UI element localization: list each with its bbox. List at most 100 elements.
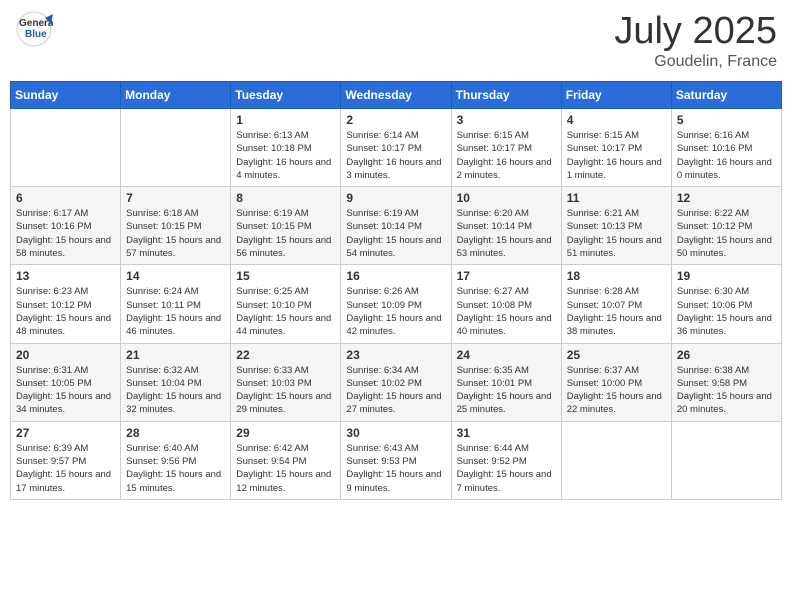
day-number: 25 xyxy=(567,348,666,362)
day-number: 24 xyxy=(457,348,556,362)
day-info: Sunrise: 6:33 AM Sunset: 10:03 PM Daylig… xyxy=(236,364,335,417)
header-thursday: Thursday xyxy=(451,82,561,109)
month-title: July 2025 xyxy=(614,10,777,53)
day-info: Sunrise: 6:24 AM Sunset: 10:11 PM Daylig… xyxy=(126,285,225,338)
week-row-4: 27Sunrise: 6:39 AM Sunset: 9:57 PM Dayli… xyxy=(11,421,782,499)
table-row: 11 Sunrise: 6:21 AM Sunset: 10:13 PM Dayl… xyxy=(561,187,671,265)
day-info: Sunrise: 6:28 AM Sunset: 10:07 PM Daylig… xyxy=(567,285,666,338)
table-row: 12Sunrise: 6:22 AM Sunset: 10:12 PM Dayl… xyxy=(671,187,781,265)
day-number: 14 xyxy=(126,269,225,283)
day-number: 30 xyxy=(346,426,445,440)
table-row: 10 Sunrise: 6:20 AM Sunset: 10:14 PM Dayl… xyxy=(451,187,561,265)
day-info: Sunrise: 6:15 AM Sunset: 10:17 PM Daylig… xyxy=(457,129,556,182)
day-info: Sunrise: 6:32 AM Sunset: 10:04 PM Daylig… xyxy=(126,364,225,417)
table-row: 22 Sunrise: 6:33 AM Sunset: 10:03 PM Dayl… xyxy=(231,343,341,421)
week-row-2: 13Sunrise: 6:23 AM Sunset: 10:12 PM Dayl… xyxy=(11,265,782,343)
table-row: 14 Sunrise: 6:24 AM Sunset: 10:11 PM Dayl… xyxy=(121,265,231,343)
page-header: General Blue July 2025 Goudelin, France xyxy=(10,10,782,71)
day-info: Sunrise: 6:20 AM Sunset: 10:14 PM Daylig… xyxy=(457,207,556,260)
day-number: 2 xyxy=(346,113,445,127)
table-row: 3 Sunrise: 6:15 AM Sunset: 10:17 PM Dayli… xyxy=(451,109,561,187)
week-row-1: 6Sunrise: 6:17 AM Sunset: 10:16 PM Dayli… xyxy=(11,187,782,265)
day-number: 29 xyxy=(236,426,335,440)
table-row: 16Sunrise: 6:26 AM Sunset: 10:09 PM Dayl… xyxy=(341,265,451,343)
day-number: 18 xyxy=(567,269,666,283)
day-number: 8 xyxy=(236,191,335,205)
table-row: 23 Sunrise: 6:34 AM Sunset: 10:02 PM Dayl… xyxy=(341,343,451,421)
day-info: Sunrise: 6:43 AM Sunset: 9:53 PM Dayligh… xyxy=(346,442,445,495)
header-sunday: Sunday xyxy=(11,82,121,109)
table-row: 13Sunrise: 6:23 AM Sunset: 10:12 PM Dayl… xyxy=(11,265,121,343)
day-info: Sunrise: 6:34 AM Sunset: 10:02 PM Daylig… xyxy=(346,364,445,417)
table-row: 18 Sunrise: 6:28 AM Sunset: 10:07 PM Dayl… xyxy=(561,265,671,343)
calendar-table: Sunday Monday Tuesday Wednesday Thursday… xyxy=(10,81,782,500)
table-row: 4 Sunrise: 6:15 AM Sunset: 10:17 PM Dayli… xyxy=(561,109,671,187)
table-row: 30 Sunrise: 6:43 AM Sunset: 9:53 PM Dayli… xyxy=(341,421,451,499)
table-row: 5 Sunrise: 6:16 AM Sunset: 10:16 PM Dayli… xyxy=(671,109,781,187)
day-number: 31 xyxy=(457,426,556,440)
logo-icon: General Blue xyxy=(15,10,53,48)
day-number: 12 xyxy=(677,191,776,205)
day-number: 26 xyxy=(677,348,776,362)
day-number: 28 xyxy=(126,426,225,440)
day-number: 20 xyxy=(16,348,115,362)
day-number: 19 xyxy=(677,269,776,283)
logo: General Blue xyxy=(15,10,57,53)
day-number: 4 xyxy=(567,113,666,127)
day-info: Sunrise: 6:27 AM Sunset: 10:08 PM Daylig… xyxy=(457,285,556,338)
title-block: July 2025 Goudelin, France xyxy=(614,10,777,71)
table-row: 8 Sunrise: 6:19 AM Sunset: 10:15 PM Dayli… xyxy=(231,187,341,265)
table-row xyxy=(121,109,231,187)
day-info: Sunrise: 6:21 AM Sunset: 10:13 PM Daylig… xyxy=(567,207,666,260)
table-row: 7Sunrise: 6:18 AM Sunset: 10:15 PM Dayli… xyxy=(121,187,231,265)
day-number: 17 xyxy=(457,269,556,283)
table-row: 25Sunrise: 6:37 AM Sunset: 10:00 PM Dayl… xyxy=(561,343,671,421)
table-row: 17 Sunrise: 6:27 AM Sunset: 10:08 PM Dayl… xyxy=(451,265,561,343)
table-row: 28 Sunrise: 6:40 AM Sunset: 9:56 PM Dayli… xyxy=(121,421,231,499)
header-monday: Monday xyxy=(121,82,231,109)
day-number: 3 xyxy=(457,113,556,127)
day-info: Sunrise: 6:17 AM Sunset: 10:16 PM Daylig… xyxy=(16,207,115,260)
day-info: Sunrise: 6:38 AM Sunset: 9:58 PM Dayligh… xyxy=(677,364,776,417)
table-row: 15Sunrise: 6:25 AM Sunset: 10:10 PM Dayl… xyxy=(231,265,341,343)
day-number: 5 xyxy=(677,113,776,127)
table-row: 26 Sunrise: 6:38 AM Sunset: 9:58 PM Dayli… xyxy=(671,343,781,421)
day-info: Sunrise: 6:30 AM Sunset: 10:06 PM Daylig… xyxy=(677,285,776,338)
day-info: Sunrise: 6:13 AM Sunset: 10:18 PM Daylig… xyxy=(236,129,335,182)
header-saturday: Saturday xyxy=(671,82,781,109)
table-row: 31 Sunrise: 6:44 AM Sunset: 9:52 PM Dayli… xyxy=(451,421,561,499)
day-number: 9 xyxy=(346,191,445,205)
header-tuesday: Tuesday xyxy=(231,82,341,109)
table-row xyxy=(561,421,671,499)
week-row-3: 20Sunrise: 6:31 AM Sunset: 10:05 PM Dayl… xyxy=(11,343,782,421)
day-info: Sunrise: 6:42 AM Sunset: 9:54 PM Dayligh… xyxy=(236,442,335,495)
calendar-header-row: Sunday Monday Tuesday Wednesday Thursday… xyxy=(11,82,782,109)
table-row: 2 Sunrise: 6:14 AM Sunset: 10:17 PM Dayli… xyxy=(341,109,451,187)
day-number: 21 xyxy=(126,348,225,362)
day-info: Sunrise: 6:40 AM Sunset: 9:56 PM Dayligh… xyxy=(126,442,225,495)
day-info: Sunrise: 6:16 AM Sunset: 10:16 PM Daylig… xyxy=(677,129,776,182)
day-info: Sunrise: 6:25 AM Sunset: 10:10 PM Daylig… xyxy=(236,285,335,338)
header-wednesday: Wednesday xyxy=(341,82,451,109)
week-row-0: 1 Sunrise: 6:13 AM Sunset: 10:18 PM Dayli… xyxy=(11,109,782,187)
day-number: 23 xyxy=(346,348,445,362)
day-number: 7 xyxy=(126,191,225,205)
table-row: 21 Sunrise: 6:32 AM Sunset: 10:04 PM Dayl… xyxy=(121,343,231,421)
day-info: Sunrise: 6:14 AM Sunset: 10:17 PM Daylig… xyxy=(346,129,445,182)
table-row: 24Sunrise: 6:35 AM Sunset: 10:01 PM Dayl… xyxy=(451,343,561,421)
day-info: Sunrise: 6:15 AM Sunset: 10:17 PM Daylig… xyxy=(567,129,666,182)
day-number: 11 xyxy=(567,191,666,205)
svg-text:Blue: Blue xyxy=(25,29,47,40)
day-number: 10 xyxy=(457,191,556,205)
table-row: 19 Sunrise: 6:30 AM Sunset: 10:06 PM Dayl… xyxy=(671,265,781,343)
day-number: 1 xyxy=(236,113,335,127)
day-number: 22 xyxy=(236,348,335,362)
day-info: Sunrise: 6:19 AM Sunset: 10:15 PM Daylig… xyxy=(236,207,335,260)
day-info: Sunrise: 6:26 AM Sunset: 10:09 PM Daylig… xyxy=(346,285,445,338)
day-info: Sunrise: 6:19 AM Sunset: 10:14 PM Daylig… xyxy=(346,207,445,260)
table-row: 9 Sunrise: 6:19 AM Sunset: 10:14 PM Dayli… xyxy=(341,187,451,265)
table-row: 29 Sunrise: 6:42 AM Sunset: 9:54 PM Dayli… xyxy=(231,421,341,499)
day-info: Sunrise: 6:44 AM Sunset: 9:52 PM Dayligh… xyxy=(457,442,556,495)
table-row: 1 Sunrise: 6:13 AM Sunset: 10:18 PM Dayli… xyxy=(231,109,341,187)
table-row xyxy=(671,421,781,499)
